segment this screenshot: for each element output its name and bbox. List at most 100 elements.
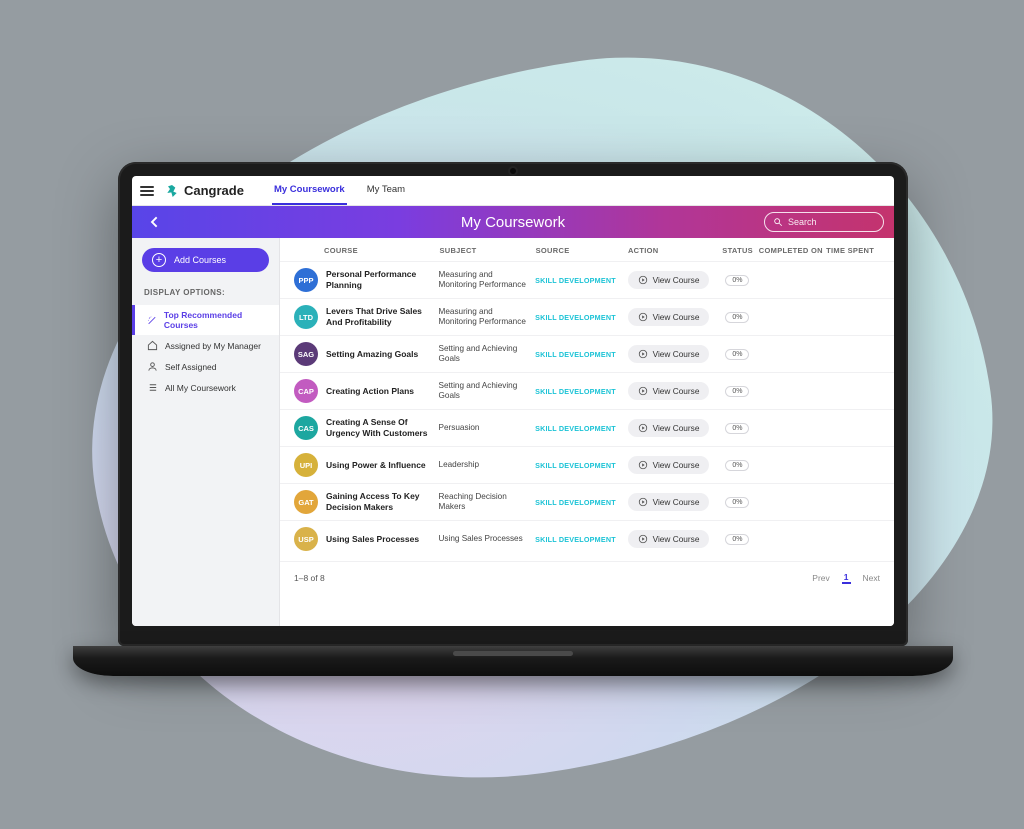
course-title: Using Power & Influence — [326, 460, 426, 471]
source-cell: SKILL DEVELOPMENT — [535, 461, 627, 470]
source-cell: SKILL DEVELOPMENT — [535, 276, 627, 285]
brand-name: Cangrade — [184, 183, 244, 198]
view-course-button[interactable]: View Course — [628, 382, 710, 400]
status-cell: 0% — [716, 312, 758, 323]
logo-mark-icon — [164, 183, 180, 199]
status-badge: 0% — [725, 312, 749, 323]
course-cell: UPIUsing Power & Influence — [294, 453, 439, 477]
prev-button[interactable]: Prev — [812, 573, 829, 583]
course-badge: SAG — [294, 342, 318, 366]
sidebar: + Add Courses DISPLAY OPTIONS: Top Recom… — [132, 238, 280, 626]
status-cell: 0% — [716, 497, 758, 508]
table-row: CAPCreating Action PlansSetting and Achi… — [280, 372, 894, 409]
table-row: UPIUsing Power & InfluenceLeadershipSKIL… — [280, 446, 894, 483]
back-button[interactable] — [142, 210, 166, 234]
status-badge: 0% — [725, 460, 749, 471]
sidebar-item-label: Top Recommended Courses — [164, 310, 267, 330]
table-row: LTD Levers That Drive Sales And Profitabi… — [280, 298, 894, 335]
source-cell: SKILL DEVELOPMENT — [535, 313, 627, 322]
status-badge: 0% — [725, 534, 749, 545]
topnav-tabs: My Coursework My Team — [272, 176, 407, 205]
action-cell: View Course — [628, 271, 717, 289]
next-button[interactable]: Next — [863, 573, 880, 583]
laptop-screen-frame: Cangrade My Coursework My Team My Course… — [118, 162, 908, 646]
course-cell: CASCreating A Sense Of Urgency With Cust… — [294, 416, 439, 440]
action-cell: View Course — [628, 530, 717, 548]
course-title: Levers That Drive Sales And Profitabilit… — [326, 306, 439, 327]
add-courses-button[interactable]: + Add Courses — [142, 248, 269, 272]
col-status: STATUS — [716, 246, 758, 255]
table-header: COURSE SUBJECT SOURCE ACTION STATUS COMP… — [280, 238, 894, 261]
view-course-button[interactable]: View Course — [628, 456, 710, 474]
play-icon — [638, 423, 648, 433]
plus-icon: + — [152, 253, 166, 267]
view-course-button[interactable]: View Course — [628, 308, 710, 326]
subject-cell: Using Sales Processes — [439, 534, 536, 544]
course-badge: GAT — [294, 490, 318, 514]
status-badge: 0% — [725, 423, 749, 434]
play-icon — [638, 349, 648, 359]
view-course-button[interactable]: View Course — [628, 493, 710, 511]
sidebar-item-all-coursework[interactable]: All My Coursework — [132, 377, 279, 398]
course-badge: PPP — [294, 268, 318, 292]
user-icon — [147, 361, 158, 372]
page-header: My Coursework Search — [132, 206, 894, 238]
main-area: + Add Courses DISPLAY OPTIONS: Top Recom… — [132, 238, 894, 626]
action-cell: View Course — [628, 382, 717, 400]
col-completed: COMPLETED ON — [759, 246, 826, 255]
view-course-label: View Course — [653, 534, 700, 544]
view-course-button[interactable]: View Course — [628, 530, 710, 548]
sidebar-item-top-recommended[interactable]: Top Recommended Courses — [132, 305, 279, 335]
range-text: 1–8 of 8 — [294, 573, 325, 583]
play-icon — [638, 312, 648, 322]
page-title: My Coursework — [461, 214, 565, 231]
tab-my-coursework[interactable]: My Coursework — [272, 176, 347, 205]
view-course-button[interactable]: View Course — [628, 271, 710, 289]
hamburger-icon[interactable] — [140, 186, 154, 196]
view-course-label: View Course — [653, 312, 700, 322]
course-badge: LTD — [294, 305, 318, 329]
source-cell: SKILL DEVELOPMENT — [535, 387, 627, 396]
add-courses-label: Add Courses — [174, 255, 226, 265]
sidebar-item-self-assigned[interactable]: Self Assigned — [132, 356, 279, 377]
source-cell: SKILL DEVELOPMENT — [535, 498, 627, 507]
course-title: Personal Performance Planning — [326, 269, 439, 290]
play-icon — [638, 275, 648, 285]
subject-cell: Measuring and Monitoring Performance — [439, 307, 536, 328]
search-icon — [773, 217, 783, 227]
subject-cell: Setting and Achieving Goals — [439, 381, 536, 402]
tab-my-team[interactable]: My Team — [365, 176, 407, 205]
subject-cell: Measuring and Monitoring Performance — [439, 270, 536, 291]
sidebar-item-label: All My Coursework — [165, 383, 236, 393]
course-badge: USP — [294, 527, 318, 551]
play-icon — [638, 460, 648, 470]
laptop-base — [73, 646, 953, 676]
course-cell: USPUsing Sales Processes — [294, 527, 439, 551]
search-input[interactable]: Search — [764, 212, 884, 232]
page-number[interactable]: 1 — [842, 572, 851, 584]
action-cell: View Course — [628, 493, 717, 511]
source-cell: SKILL DEVELOPMENT — [535, 350, 627, 359]
col-action: ACTION — [628, 246, 717, 255]
app-screen: Cangrade My Coursework My Team My Course… — [132, 176, 894, 626]
course-title: Setting Amazing Goals — [326, 349, 418, 360]
course-cell: LTD Levers That Drive Sales And Profitabi… — [294, 305, 439, 329]
table-row: CASCreating A Sense Of Urgency With Cust… — [280, 409, 894, 446]
view-course-label: View Course — [653, 497, 700, 507]
view-course-button[interactable]: View Course — [628, 419, 710, 437]
subject-cell: Reaching Decision Makers — [439, 492, 536, 513]
play-icon — [638, 497, 648, 507]
status-cell: 0% — [716, 423, 758, 434]
course-badge: CAS — [294, 416, 318, 440]
sidebar-item-assigned-manager[interactable]: Assigned by My Manager — [132, 335, 279, 356]
course-cell: CAPCreating Action Plans — [294, 379, 439, 403]
view-course-label: View Course — [653, 460, 700, 470]
view-course-button[interactable]: View Course — [628, 345, 710, 363]
col-source: SOURCE — [536, 246, 628, 255]
status-cell: 0% — [716, 349, 758, 360]
play-icon — [638, 386, 648, 396]
search-placeholder: Search — [788, 217, 817, 227]
source-cell: SKILL DEVELOPMENT — [535, 535, 627, 544]
laptop-camera — [510, 168, 516, 174]
brand-logo[interactable]: Cangrade — [164, 183, 244, 199]
